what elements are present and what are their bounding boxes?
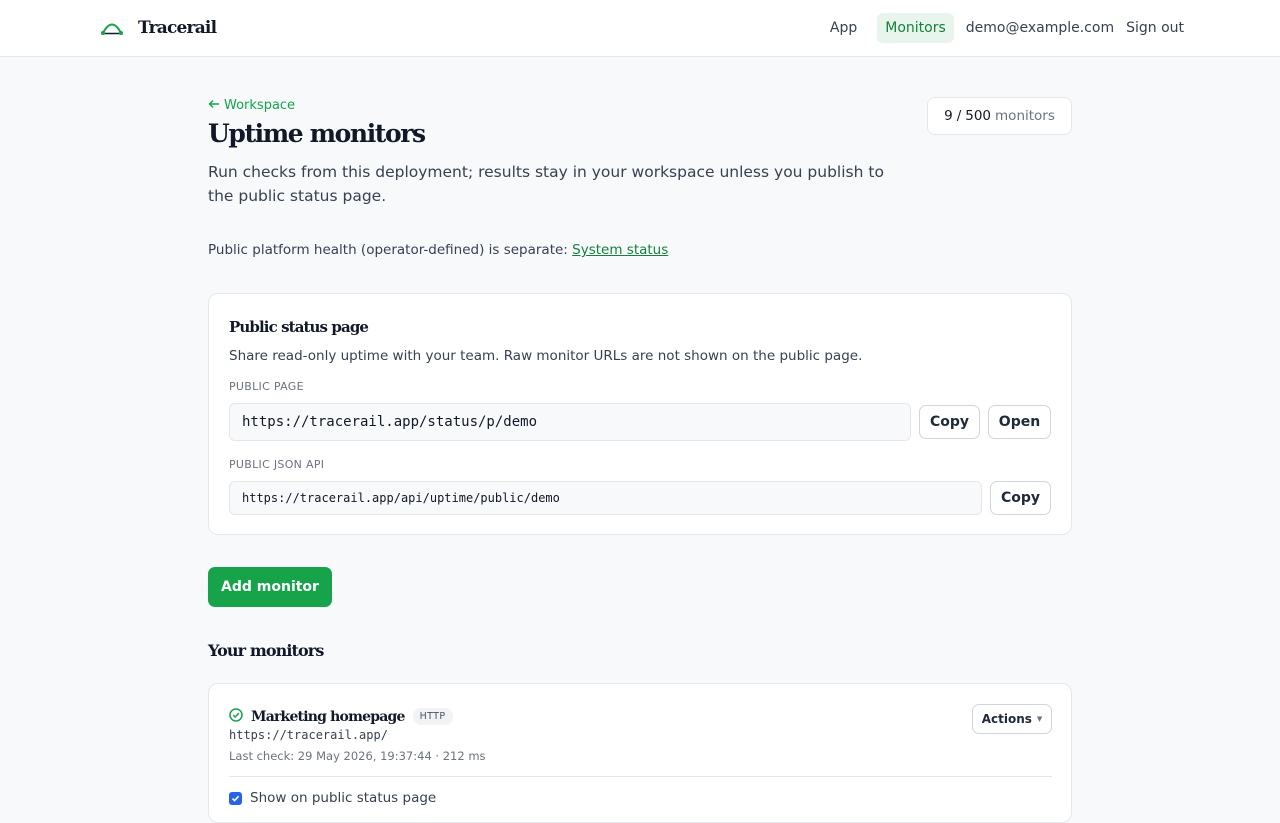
show-on-public-page-checkbox[interactable] (229, 791, 242, 805)
add-monitor-button[interactable]: Add monitor (208, 567, 332, 607)
monitor-actions-button[interactable]: Actions ▼ (972, 704, 1052, 734)
public-status-page-card: Public status page Share read-only uptim… (208, 293, 1072, 535)
caret-down-icon: ▼ (1036, 715, 1043, 723)
back-to-workspace-link[interactable]: Workspace (208, 98, 295, 113)
platform-health-text: Public platform health (operator-defined… (208, 242, 568, 258)
copy-public-page-button[interactable]: Copy (919, 405, 980, 439)
monitor-name[interactable]: Marketing homepage (251, 709, 405, 725)
nav-item-app[interactable]: App (822, 13, 865, 43)
status-card-title: Public status page (229, 318, 369, 336)
brand[interactable]: Tracerail (100, 16, 217, 40)
monitor-count-separator: / (956, 108, 962, 124)
monitor-card: Marketing homepage HTTP https://tracerai… (208, 683, 1072, 823)
monitor-header: Marketing homepage HTTP (229, 707, 453, 726)
main-nav: App Monitors demo@example.com Sign out (822, 12, 1184, 44)
tracerail-logo-icon (100, 20, 124, 36)
monitor-url: https://tracerail.app/ (229, 728, 388, 742)
your-monitors-heading: Your monitors (208, 641, 324, 660)
monitor-count-badge: 9 / 500 monitors (927, 97, 1072, 135)
copy-json-api-button[interactable]: Copy (990, 481, 1051, 515)
public-toggle-row: Show on public status page (229, 790, 436, 806)
platform-health-note: Public platform health (operator-defined… (208, 242, 668, 258)
public-toggle-label: Show on public status page (250, 790, 437, 806)
public-json-api-url-field[interactable]: https://tracerail.app/api/uptime/public/… (229, 481, 982, 515)
back-link-label: Workspace (224, 98, 296, 113)
monitor-count-unit: monitors (995, 108, 1055, 124)
public-page-url-field[interactable]: https://tracerail.app/status/p/demo (229, 403, 911, 441)
status-card-description: Share read-only uptime with your team. R… (229, 348, 863, 364)
public-page-label: PUBLIC PAGE (229, 380, 304, 393)
open-public-page-button[interactable]: Open (988, 405, 1051, 439)
brand-name: Tracerail (138, 18, 217, 38)
monitor-divider (229, 776, 1052, 777)
actions-label: Actions (981, 712, 1032, 726)
page-description: Run checks from this deployment; results… (208, 163, 884, 205)
top-navigation-bar: Tracerail App Monitors demo@example.com … (0, 0, 1280, 57)
page-title: Uptime monitors (208, 119, 426, 148)
system-status-link[interactable]: System status (572, 242, 668, 258)
monitor-last-check: Last check: 29 May 2026, 19:37:44 · 212 … (229, 749, 486, 763)
public-json-api-label: PUBLIC JSON API (229, 458, 325, 471)
check-circle-icon (229, 707, 243, 726)
arrow-left-icon (208, 98, 220, 113)
nav-item-monitors[interactable]: Monitors (877, 13, 954, 43)
sign-out-link[interactable]: Sign out (1126, 13, 1184, 43)
monitor-type-badge: HTTP (412, 708, 453, 725)
user-email[interactable]: demo@example.com (966, 13, 1114, 43)
monitor-count-limit: 500 (965, 108, 992, 124)
monitor-count-used: 9 (944, 108, 953, 124)
